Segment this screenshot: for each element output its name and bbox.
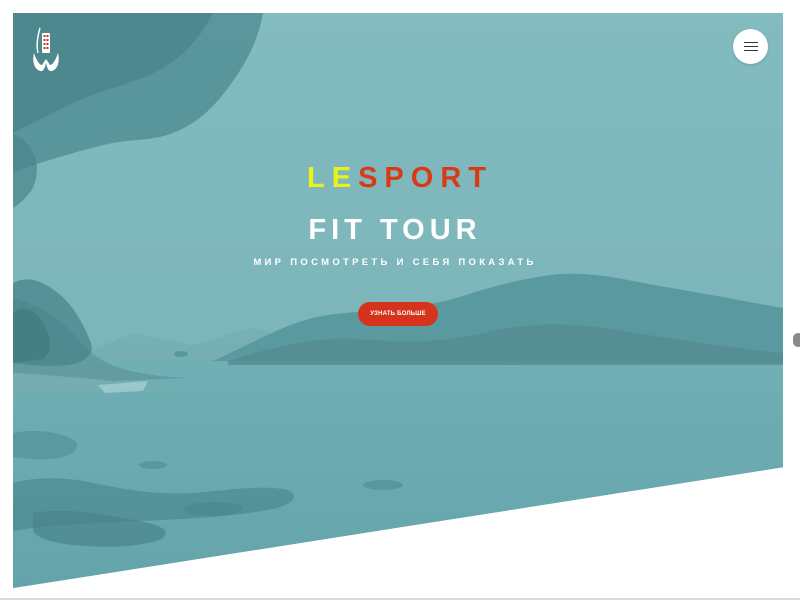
brand-title-part2: SPORT bbox=[358, 162, 493, 194]
brand-subtitle: FIT TOUR bbox=[308, 214, 482, 246]
menu-button[interactable] bbox=[733, 29, 768, 64]
frame-right bbox=[783, 0, 800, 600]
frame-left bbox=[0, 0, 13, 600]
hero-background-image bbox=[13, 13, 783, 588]
learn-more-button[interactable]: УЗНАТЬ БОЛЬШЕ bbox=[358, 302, 438, 326]
lesport-logo-icon[interactable] bbox=[26, 25, 66, 75]
page-viewport: LESPORT FIT TOUR МИР ПОСМОТРЕТЬ И СЕБЯ П… bbox=[0, 0, 800, 600]
hamburger-menu-icon bbox=[743, 41, 758, 52]
frame-top bbox=[0, 0, 800, 13]
brand-tagline: МИР ПОСМОТРЕТЬ И СЕБЯ ПОКАЗАТЬ bbox=[253, 257, 537, 268]
hero-section bbox=[13, 13, 783, 588]
scrollbar-thumb[interactable] bbox=[793, 333, 800, 347]
brand-title: LESPORT bbox=[0, 158, 800, 198]
brand-title-part1: LE bbox=[307, 162, 359, 194]
